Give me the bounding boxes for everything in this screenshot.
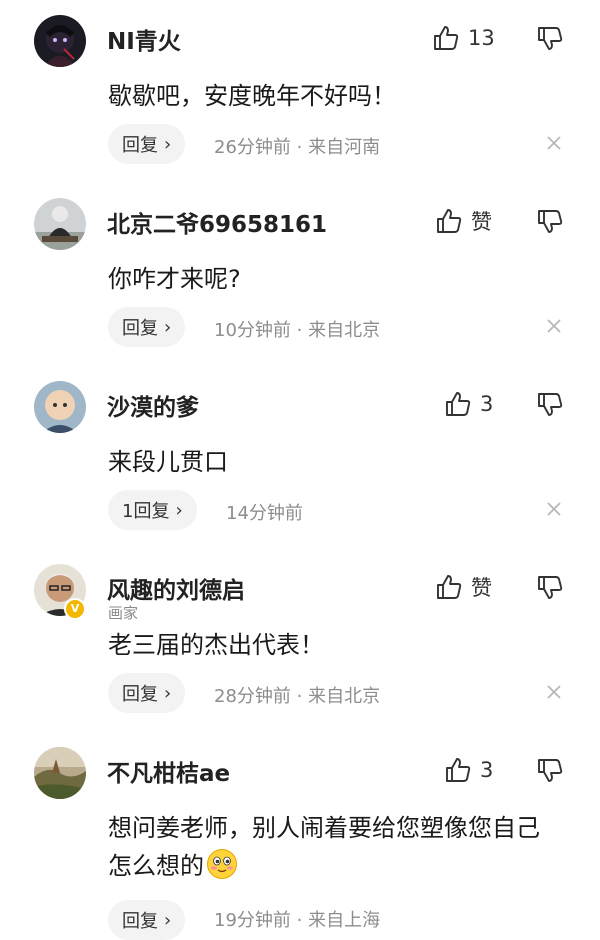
dislike-button[interactable] bbox=[536, 573, 564, 601]
like-count: 3 bbox=[480, 758, 494, 782]
thumbs-up-icon bbox=[437, 575, 462, 599]
thumbs-down-icon bbox=[538, 576, 563, 599]
chevron-right-icon: › bbox=[164, 133, 172, 155]
username[interactable]: 北京二爷69658161 bbox=[107, 205, 327, 239]
comment-item: NI青火 13 歇歇吧，安度晚年不好吗！ 回复 › 26分钟前 · 来自河南 bbox=[0, 0, 600, 182]
reply-label: 回复 bbox=[122, 135, 158, 156]
thumbs-up-icon bbox=[446, 758, 471, 782]
comment-text-body: 想问姜老师，别人闹着要给您塑像您自己怎么想的 bbox=[108, 814, 540, 880]
user-title: 画家 bbox=[108, 604, 139, 622]
like-button[interactable]: 13 bbox=[432, 22, 495, 54]
comment-time: 10分钟前 bbox=[214, 320, 291, 341]
thumbs-down-icon bbox=[538, 759, 563, 782]
like-count: 赞 bbox=[471, 210, 492, 234]
thumbs-down-icon bbox=[538, 393, 563, 416]
dislike-button[interactable] bbox=[536, 390, 564, 418]
avatar[interactable] bbox=[34, 747, 86, 799]
reply-label: 回复 bbox=[122, 318, 158, 339]
like-button[interactable]: 赞 bbox=[435, 205, 492, 237]
comment-location: · 来自北京 bbox=[296, 320, 381, 341]
reply-label: 回复 bbox=[122, 911, 158, 932]
like-count: 3 bbox=[480, 392, 494, 416]
chevron-right-icon: › bbox=[175, 499, 183, 521]
like-button[interactable]: 3 bbox=[444, 754, 493, 786]
comment-time: 19分钟前 bbox=[214, 910, 291, 931]
close-icon[interactable] bbox=[545, 134, 563, 152]
thumbs-up-icon bbox=[446, 392, 471, 416]
comment-meta: 26分钟前 · 来自河南 bbox=[214, 133, 380, 159]
comment-text: 歇歇吧，安度晚年不好吗！ bbox=[108, 82, 396, 110]
reply-button[interactable]: 回复 › bbox=[108, 307, 186, 347]
avatar[interactable] bbox=[34, 198, 86, 250]
reply-button[interactable]: 1回复 › bbox=[108, 490, 197, 530]
avatar[interactable] bbox=[34, 381, 86, 433]
reply-button[interactable]: 回复 › bbox=[108, 673, 186, 713]
chevron-right-icon: › bbox=[164, 682, 172, 704]
like-button[interactable]: 赞 bbox=[435, 571, 492, 603]
username[interactable]: NI青火 bbox=[107, 22, 181, 56]
username[interactable]: 风趣的刘德启 bbox=[107, 571, 245, 605]
comment-time: 28分钟前 bbox=[214, 686, 291, 707]
reply-label: 1回复 bbox=[122, 501, 170, 522]
comment-item: 北京二爷69658161 赞 你咋才来呢? 回复 › 10分钟前 · 来自北京 bbox=[0, 183, 600, 365]
dislike-button[interactable] bbox=[536, 207, 564, 235]
thumbs-down-icon bbox=[538, 210, 563, 233]
thumbs-up-icon bbox=[437, 209, 462, 233]
blush-emoji-icon bbox=[206, 848, 238, 880]
comment-meta: 10分钟前 · 来自北京 bbox=[214, 316, 380, 342]
thumbs-down-icon bbox=[538, 27, 563, 50]
comment-meta: 19分钟前 · 来自上海 bbox=[214, 906, 380, 932]
close-icon[interactable] bbox=[545, 500, 563, 518]
reply-label: 回复 bbox=[122, 684, 158, 705]
username[interactable]: 沙漠的爹 bbox=[107, 388, 199, 422]
verified-badge-icon: V bbox=[64, 598, 86, 620]
comment-location: · 来自上海 bbox=[296, 910, 381, 931]
comment-text: 想问姜老师，别人闹着要给您塑像您自己怎么想的 bbox=[108, 809, 563, 885]
comment-time: 26分钟前 bbox=[214, 137, 291, 158]
avatar[interactable] bbox=[34, 15, 86, 67]
close-icon[interactable] bbox=[545, 683, 563, 701]
dislike-button[interactable] bbox=[536, 756, 564, 784]
comment-location: · 来自河南 bbox=[296, 137, 381, 158]
comment-text: 你咋才来呢? bbox=[108, 265, 241, 293]
comment-text: 来段儿贯口 bbox=[108, 448, 228, 476]
thumbs-up-icon bbox=[434, 26, 459, 50]
username[interactable]: 不凡柑桔ae bbox=[107, 754, 230, 788]
chevron-right-icon: › bbox=[164, 909, 172, 931]
comment-time: 14分钟前 bbox=[226, 503, 303, 524]
comment-location: · 来自北京 bbox=[296, 686, 381, 707]
comment-meta: 28分钟前 · 来自北京 bbox=[214, 682, 380, 708]
comment-meta: 14分钟前 bbox=[226, 499, 303, 525]
comment-text: 老三届的杰出代表！ bbox=[108, 631, 324, 659]
comment-item: 沙漠的爹 3 来段儿贯口 1回复 › 14分钟前 bbox=[0, 366, 600, 548]
like-count: 赞 bbox=[471, 576, 492, 600]
close-icon[interactable] bbox=[545, 317, 563, 335]
reply-button[interactable]: 回复 › bbox=[108, 124, 186, 164]
like-button[interactable]: 3 bbox=[444, 388, 493, 420]
like-count: 13 bbox=[468, 26, 495, 50]
chevron-right-icon: › bbox=[164, 316, 172, 338]
dislike-button[interactable] bbox=[536, 24, 564, 52]
comment-item: 不凡柑桔ae 3 想问姜老师，别人闹着要给您塑像您自己怎么想的 回复 › 19分… bbox=[0, 732, 600, 940]
reply-button[interactable]: 回复 › bbox=[108, 900, 186, 940]
comment-item: V 风趣的刘德启 画家 赞 老三届的杰出代表！ 回复 › 28分钟前 · 来自北… bbox=[0, 549, 600, 731]
